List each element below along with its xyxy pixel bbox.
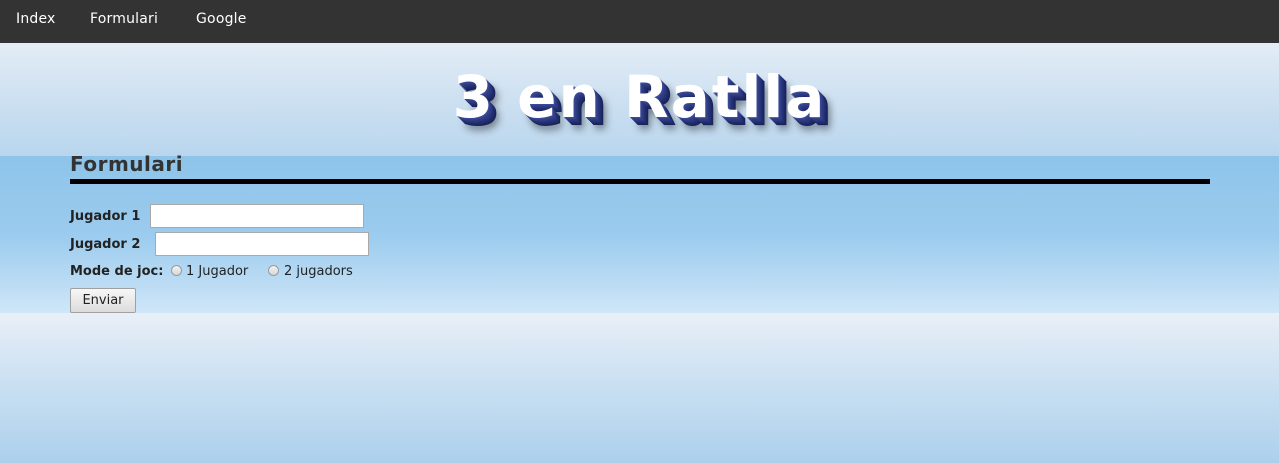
nav-link-index[interactable]: Index: [16, 11, 56, 27]
top-navbar: Index Formulari Google: [0, 0, 1279, 43]
page-header: 3 en Ratlla: [0, 43, 1279, 156]
section-divider: [70, 179, 1210, 184]
nav-link-google[interactable]: Google: [196, 11, 247, 27]
page-footer-area: [0, 313, 1279, 463]
player2-input[interactable]: [155, 232, 369, 256]
submit-button[interactable]: Enviar: [70, 288, 136, 313]
player2-label: Jugador 2: [70, 237, 141, 252]
mode-option-1-label: 1 Jugador: [186, 264, 249, 279]
mode-label: Mode de joc:: [70, 264, 164, 279]
player1-input[interactable]: [150, 204, 364, 228]
mode-option-2-label: 2 jugadors: [284, 264, 353, 279]
section-title: Formulari: [70, 152, 184, 176]
site-title: 3 en Ratlla: [452, 63, 827, 131]
mode-radio-1-player[interactable]: [171, 265, 182, 276]
nav-link-formulari[interactable]: Formulari: [90, 11, 158, 27]
player1-label: Jugador 1: [70, 209, 141, 224]
mode-radio-2-players[interactable]: [268, 265, 279, 276]
